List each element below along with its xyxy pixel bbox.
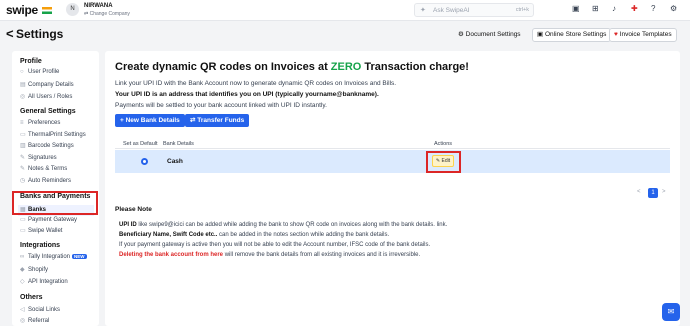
pen-icon: ✎ [20,155,26,161]
note-icon: ✎ [20,166,26,172]
sidebar-item-all-users[interactable]: ◎ All Users / Roles [20,93,72,100]
clock-icon: ◷ [20,178,26,184]
store-icon: ▣ [537,31,544,38]
online-store-settings-button[interactable]: ▣ Online Store Settings [532,28,612,42]
top-bar: swipe N NIRWANA ⇄ Change Company ✦ Ask S… [0,0,690,21]
heart-icon: ♥ [614,31,618,38]
new-bank-details-button[interactable]: + New Bank Details [115,114,185,127]
settlement-text: Payments will be settled to your bank ac… [115,102,327,109]
wallet-icon: ▭ [20,228,26,234]
gift-icon[interactable]: ✚ [631,4,638,13]
default-radio[interactable] [141,158,148,165]
sliders-icon: ≡ [20,120,24,126]
card-icon: ▭ [20,217,26,223]
sidebar-item-company-details[interactable]: ▤ Company Details [20,81,74,88]
shopify-icon: ◆ [20,267,25,273]
prev-page-button[interactable]: < [637,189,641,195]
bank-name: Cash [167,158,183,165]
note-line-delete: Deleting the bank account from here will… [119,252,421,258]
share-icon: ◁ [20,307,25,313]
sidebar-item-api[interactable]: ◇ API Integration [20,278,68,285]
others-heading: Others [20,294,43,301]
integrations-heading: Integrations [20,242,61,249]
change-company-link[interactable]: ⇄ Change Company [84,11,130,17]
india-flag-icon [42,7,52,14]
building-icon: ▤ [20,82,26,88]
banks-panel: Create dynamic QR codes on Invoices at Z… [105,51,680,326]
chat-icon[interactable]: ✉ [662,303,680,321]
sidebar-item-referral[interactable]: ◎ Referral [20,317,49,324]
highlight-box-banks [12,191,98,215]
col-bank-details: Bank Details [163,141,194,147]
sidebar-item-thermalprint[interactable]: ▭ ThermalPrint Settings [20,131,86,138]
page-title: Settings [16,27,64,41]
page-1-button[interactable]: 1 [648,188,658,198]
back-button[interactable]: < [6,26,14,41]
settings-sidebar: Profile ○ User Profile ▤ Company Details ◎… [12,51,99,326]
sidebar-item-notes-terms[interactable]: ✎ Notes & Terms [20,165,67,172]
next-page-button[interactable]: > [662,189,666,195]
invoice-templates-button[interactable]: ♥ Invoice Templates [609,28,677,42]
profile-heading: Profile [20,58,42,65]
highlight-box-edit [426,151,461,173]
apps-icon[interactable]: ⊞ [592,4,599,13]
transfer-icon: ⇄ [190,117,196,124]
sidebar-item-payment-gateway[interactable]: ▭ Payment Gateway [20,216,77,223]
sidebar-item-auto-reminders[interactable]: ◷ Auto Reminders [20,177,71,184]
table-header-divider [115,148,670,149]
users-icon: ◎ [20,318,26,324]
note-title: Please Note [115,206,152,213]
sidebar-item-tally[interactable]: ∞ Tally Integration NEW [20,254,87,260]
page-header: < Settings ⚙ Document Settings ▣ Online … [0,21,690,47]
col-actions: Actions [434,141,453,147]
printer-icon: ▭ [20,132,26,138]
barcode-icon: ▥ [20,143,26,149]
col-set-default: Set as Default [123,141,158,147]
document-settings-link[interactable]: ⚙ Document Settings [458,30,521,38]
sidebar-item-barcode[interactable]: ▥ Barcode Settings [20,142,74,149]
upi-id-description: Your UPI ID is an address that identifie… [115,91,379,98]
sidebar-item-swipe-wallet[interactable]: ▭ Swipe Wallet [20,227,62,234]
company-avatar[interactable]: N [66,3,79,16]
search-shortcut: ctrl+k [515,7,529,13]
note-line-upi: UPI ID like swipe9@icici can be added wh… [119,222,448,228]
upi-intro-text: Link your UPI ID with the Bank Account n… [115,80,397,87]
user-icon: ○ [20,69,24,75]
sidebar-item-social-links[interactable]: ◁ Social Links [20,306,60,313]
gear-icon[interactable]: ⚙ [670,4,677,13]
sidebar-item-preferences[interactable]: ≡ Preferences [20,120,60,126]
sidebar-item-signatures[interactable]: ✎ Signatures [20,154,57,161]
note-line-gateway: If your payment gateway is active then y… [119,242,431,248]
help-icon[interactable]: ? [651,4,655,13]
company-name[interactable]: NIRWANA [84,3,113,9]
panel-title: Create dynamic QR codes on Invoices at Z… [115,61,469,73]
link-icon: ∞ [20,254,25,260]
bell-icon[interactable]: ♪ [612,4,616,13]
new-badge: NEW [72,254,87,259]
search-box[interactable]: ✦ Ask SwipeAI ctrl+k [414,3,534,17]
transfer-funds-button[interactable]: ⇄ Transfer Funds [185,114,250,127]
sidebar-item-user-profile[interactable]: ○ User Profile [20,69,59,75]
gear-icon: ⚙ [458,31,464,38]
note-line-beneficiary: Beneficiary Name, Swift Code etc.. can b… [119,232,390,238]
general-settings-heading: General Settings [20,108,76,115]
users-icon: ◎ [20,94,26,100]
app-logo[interactable]: swipe [6,3,38,17]
sparkle-icon: ✦ [420,7,426,14]
search-placeholder[interactable]: Ask SwipeAI [433,7,470,14]
api-icon: ◇ [20,279,25,285]
table-row[interactable]: Cash ✎ Edit [115,150,670,173]
sidebar-item-shopify[interactable]: ◆ Shopify [20,266,48,273]
shop-icon[interactable]: ▣ [572,4,580,13]
